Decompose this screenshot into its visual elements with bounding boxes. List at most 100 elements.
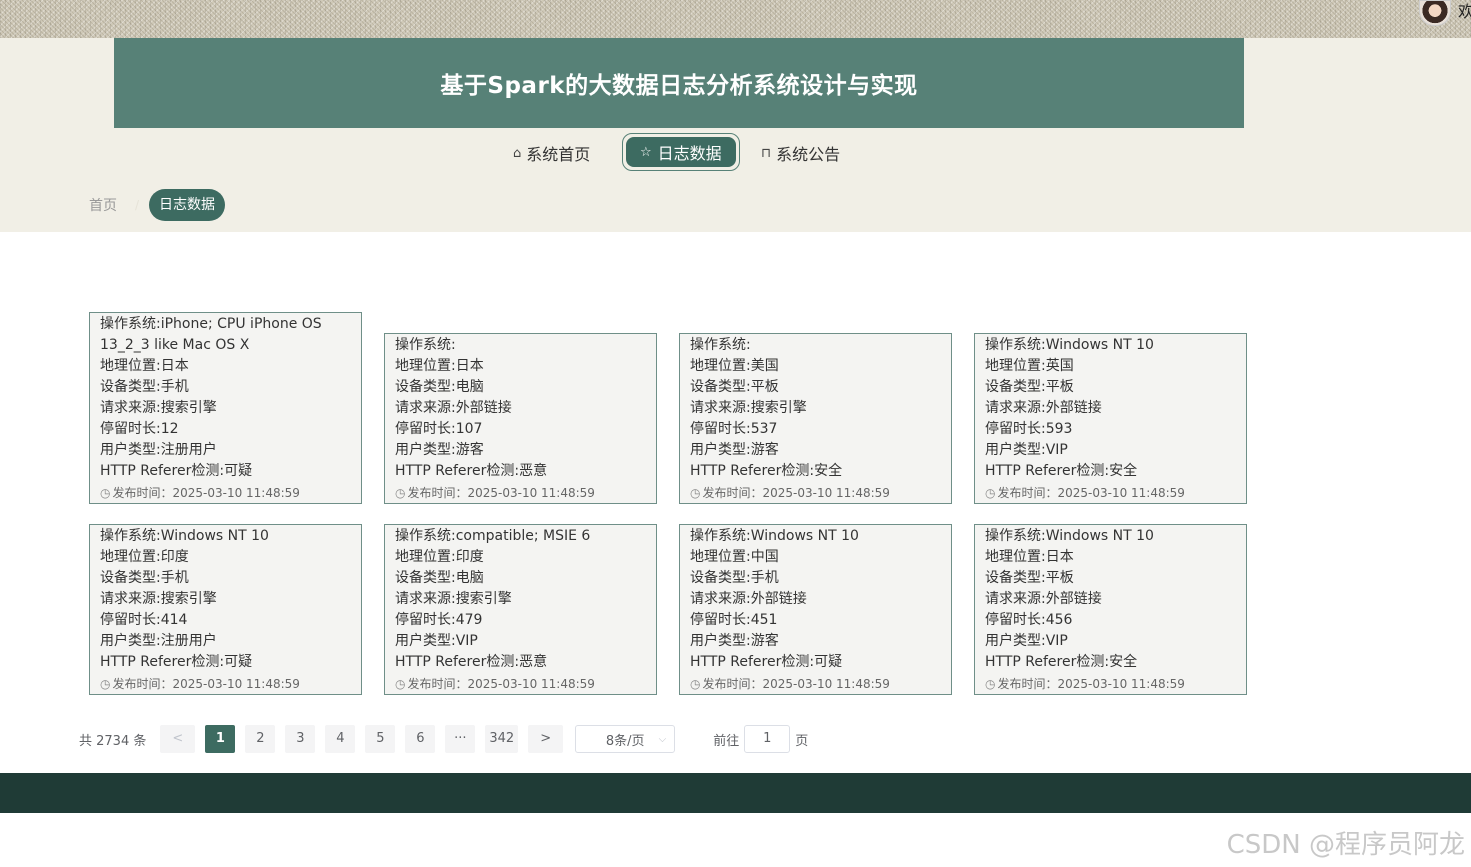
- goto-page-input[interactable]: 1: [744, 725, 791, 753]
- clock-icon: ◷: [985, 486, 996, 500]
- card-location: 地理位置:美国: [690, 358, 779, 374]
- breadcrumb-separator: /: [135, 198, 140, 212]
- card-device: 设备类型:平板: [985, 379, 1074, 395]
- main-nav: ⌂ 系统首页 ☆ 日志数据 ⊓ 系统公告: [0, 132, 1471, 176]
- card-os: 操作系统:Windows NT 10: [690, 528, 859, 544]
- card-time: ◷ 发布时间：2025-03-10 11:48:59: [985, 677, 1185, 691]
- card-source: 请求来源:外部链接: [690, 591, 807, 607]
- log-card[interactable]: 操作系统:compatible; MSIE 6 地理位置:印度 设备类型:电脑 …: [384, 524, 657, 695]
- nav-item-home[interactable]: ⌂ 系统首页: [513, 138, 590, 168]
- card-referer: HTTP Referer检测:可疑: [100, 654, 253, 670]
- log-card[interactable]: 操作系统: 地理位置:日本 设备类型:电脑 请求来源:外部链接 停留时长:107…: [384, 333, 657, 504]
- card-device: 设备类型:手机: [100, 379, 189, 395]
- card-duration: 停留时长:479: [395, 612, 483, 628]
- page-button[interactable]: 3: [285, 725, 316, 753]
- chevron-down-icon: ⌵: [658, 733, 667, 745]
- card-location: 地理位置:印度: [100, 549, 189, 565]
- log-card[interactable]: 操作系统:Windows NT 10 地理位置:英国 设备类型:平板 请求来源:…: [974, 333, 1247, 504]
- pagination: 共 2734 条 < 1 2 3 4 5 6 ··· 342 > 8条/页 ⌵ …: [79, 725, 808, 753]
- goto-label: 前往: [713, 733, 740, 749]
- log-card[interactable]: 操作系统:Windows NT 10 地理位置:印度 设备类型:手机 请求来源:…: [89, 524, 362, 695]
- card-time: ◷ 发布时间：2025-03-10 11:48:59: [100, 486, 300, 500]
- home-icon: ⌂: [513, 145, 522, 161]
- card-duration: 停留时长:593: [985, 421, 1073, 437]
- page-size-select[interactable]: 8条/页 ⌵: [575, 725, 676, 753]
- card-time: ◷ 发布时间：2025-03-10 11:48:59: [690, 677, 890, 691]
- log-card[interactable]: 操作系统:iPhone; CPU iPhone OS 13_2_3 like M…: [89, 312, 362, 504]
- card-duration: 停留时长:456: [985, 612, 1073, 628]
- nav-label: 系统公告: [776, 145, 841, 164]
- card-device: 设备类型:手机: [690, 570, 779, 586]
- bag-icon: ⊓: [761, 145, 772, 161]
- card-time: ◷ 发布时间：2025-03-10 11:48:59: [395, 486, 595, 500]
- card-os: 操作系统:Windows NT 10: [985, 337, 1154, 353]
- title-banner: 基于Spark的大数据日志分析系统设计与实现: [114, 38, 1244, 128]
- clock-icon: ◷: [100, 486, 111, 500]
- goto-suffix: 页: [795, 733, 809, 749]
- card-source: 请求来源:外部链接: [985, 591, 1102, 607]
- card-time: ◷ 发布时间：2025-03-10 11:48:59: [395, 677, 595, 691]
- clock-icon: ◷: [395, 677, 406, 691]
- star-icon: ☆: [640, 144, 652, 160]
- card-location: 地理位置:中国: [690, 549, 779, 565]
- page: 欢 基于Spark的大数据日志分析系统设计与实现 ⌂ 系统首页 ☆ 日志数据 ⊓…: [0, 0, 1471, 867]
- card-location: 地理位置:印度: [395, 549, 484, 565]
- card-user-type: 用户类型:游客: [690, 633, 779, 649]
- page-button[interactable]: 1: [205, 725, 236, 753]
- card-device: 设备类型:电脑: [395, 379, 484, 395]
- card-time: ◷ 发布时间：2025-03-10 11:48:59: [985, 486, 1185, 500]
- top-texture-strip: [0, 0, 1471, 38]
- card-source: 请求来源:搜索引擎: [100, 400, 217, 416]
- clock-icon: ◷: [100, 677, 111, 691]
- card-device: 设备类型:平板: [985, 570, 1074, 586]
- card-user-type: 用户类型:VIP: [395, 633, 478, 649]
- card-os: 操作系统:: [395, 337, 456, 353]
- page-button[interactable]: 5: [365, 725, 396, 753]
- next-page-button[interactable]: >: [528, 725, 564, 753]
- welcome-text: 欢: [1458, 2, 1471, 21]
- card-os: 操作系统:iPhone; CPU iPhone OS 13_2_3 like M…: [100, 316, 322, 353]
- page-button[interactable]: 342: [485, 725, 519, 753]
- page-button[interactable]: 6: [405, 725, 436, 753]
- card-device: 设备类型:平板: [690, 379, 779, 395]
- clock-icon: ◷: [395, 486, 406, 500]
- card-device: 设备类型:手机: [100, 570, 189, 586]
- log-card[interactable]: 操作系统:Windows NT 10 地理位置:日本 设备类型:平板 请求来源:…: [974, 524, 1247, 695]
- card-duration: 停留时长:414: [100, 612, 188, 628]
- card-location: 地理位置:日本: [985, 549, 1074, 565]
- breadcrumb-home[interactable]: 首页: [89, 195, 117, 215]
- breadcrumb-current: 日志数据: [149, 189, 226, 221]
- clock-icon: ◷: [690, 677, 701, 691]
- card-referer: HTTP Referer检测:可疑: [690, 654, 843, 670]
- card-source: 请求来源:搜索引擎: [690, 400, 807, 416]
- card-duration: 停留时长:451: [690, 612, 778, 628]
- card-location: 地理位置:日本: [395, 358, 484, 374]
- card-user-type: 用户类型:游客: [690, 442, 779, 458]
- page-size-value: 8条/页: [605, 733, 645, 749]
- nav-item-announcements[interactable]: ⊓ 系统公告: [761, 138, 840, 168]
- card-duration: 停留时长:107: [395, 421, 483, 437]
- card-time: ◷ 发布时间：2025-03-10 11:48:59: [100, 677, 300, 691]
- card-os: 操作系统:Windows NT 10: [100, 528, 269, 544]
- clock-icon: ◷: [985, 677, 996, 691]
- nav-item-logs[interactable]: ☆ 日志数据: [620, 132, 742, 172]
- log-card[interactable]: 操作系统: 地理位置:美国 设备类型:平板 请求来源:搜索引擎 停留时长:537…: [679, 333, 952, 504]
- card-source: 请求来源:外部链接: [985, 400, 1102, 416]
- more-pages-button[interactable]: ···: [445, 725, 476, 753]
- card-referer: HTTP Referer检测:安全: [690, 463, 843, 479]
- page-title: 基于Spark的大数据日志分析系统设计与实现: [440, 73, 918, 99]
- page-button[interactable]: 2: [245, 725, 276, 753]
- card-user-type: 用户类型:游客: [395, 442, 484, 458]
- nav-active-frame: ☆ 日志数据: [622, 133, 740, 171]
- prev-page-button[interactable]: <: [160, 725, 196, 753]
- nav-active-pill: ☆ 日志数据: [626, 137, 736, 167]
- card-os: 操作系统:: [690, 337, 751, 353]
- card-referer: HTTP Referer检测:可疑: [100, 463, 253, 479]
- nav-label: 日志数据: [657, 144, 722, 163]
- card-user-type: 用户类型:注册用户: [100, 442, 217, 458]
- nav-label: 系统首页: [526, 145, 591, 164]
- card-user-type: 用户类型:VIP: [985, 442, 1068, 458]
- page-button[interactable]: 4: [325, 725, 356, 753]
- card-location: 地理位置:英国: [985, 358, 1074, 374]
- log-card[interactable]: 操作系统:Windows NT 10 地理位置:中国 设备类型:手机 请求来源:…: [679, 524, 952, 695]
